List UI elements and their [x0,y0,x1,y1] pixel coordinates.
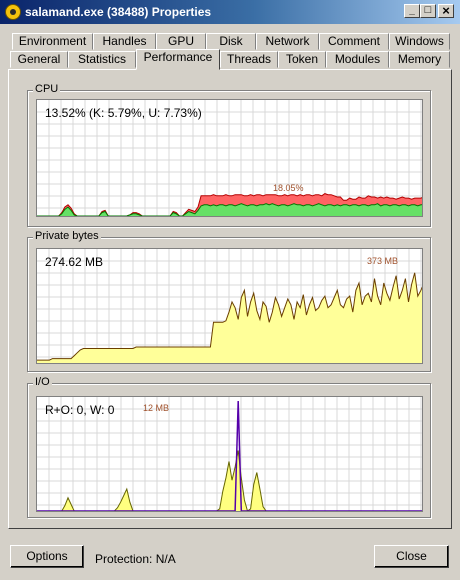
close-button[interactable]: Close [374,545,449,568]
io-group-label: I/O [33,376,52,388]
tab-strip: Environment Handles GPU Disk Network Com… [8,30,452,70]
close-icon[interactable]: × [438,4,454,18]
cpu-user-area [37,203,422,216]
io-readout: R+O: 0, W: 0 [45,403,115,417]
maximize-button[interactable]: □ [420,4,436,18]
tab-gpu[interactable]: GPU [156,33,206,50]
tab-environment[interactable]: Environment [12,33,93,50]
private-bytes-peak-label: 373 MB [367,256,398,266]
private-bytes-area [37,272,422,363]
cpu-readout: 13.52% (K: 5.79%, U: 7.73%) [45,106,202,120]
cpu-group-label: CPU [33,83,61,95]
tab-performance[interactable]: Performance [136,49,220,70]
tab-disk[interactable]: Disk [206,33,256,50]
tab-windows[interactable]: Windows [389,33,450,50]
options-button[interactable]: Options [10,545,84,568]
tab-memory[interactable]: Memory [389,51,450,68]
private-bytes-readout: 274.62 MB [45,255,104,269]
io-peak-label: 12 MB [143,403,169,413]
tab-modules[interactable]: Modules [326,51,389,68]
tab-statistics[interactable]: Statistics [68,51,136,68]
tab-handles[interactable]: Handles [93,33,156,50]
protection-status: Protection: N/A [95,552,176,566]
minimize-button[interactable]: _ [404,4,420,18]
tab-network[interactable]: Network [256,33,319,50]
private-bytes-graph: 373 MB 274.62 MB [36,248,423,364]
tab-general[interactable]: General [10,51,68,68]
app-icon [5,4,21,20]
tab-token[interactable]: Token [278,51,326,68]
tab-comment[interactable]: Comment [319,33,389,50]
cpu-graph: 18.05% 13.52% (K: 5.79%, U: 7.73%) [36,99,423,217]
private-bytes-group-label: Private bytes [33,230,101,242]
title-bar[interactable]: salamand.exe (38488) Properties _ □ × [0,0,460,24]
io-graph: 12 MB R+O: 0, W: 0 [36,396,423,512]
window-title: salamand.exe (38488) Properties [25,5,212,19]
tab-threads[interactable]: Threads [220,51,278,68]
cpu-peak-label: 18.05% [273,183,304,193]
